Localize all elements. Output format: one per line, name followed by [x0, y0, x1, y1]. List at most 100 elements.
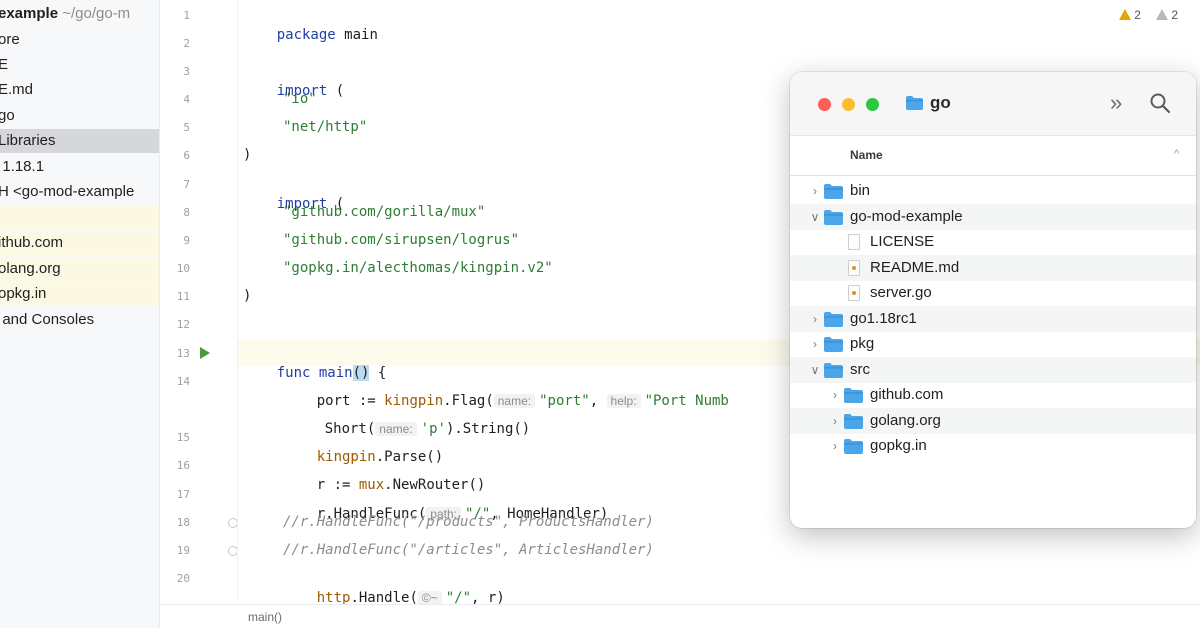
weak-warning-icon: [1156, 9, 1169, 20]
minimize-window-button[interactable]: [842, 98, 855, 111]
chevron-right-icon[interactable]: ›: [810, 306, 820, 332]
folder-icon: [824, 184, 843, 199]
tree-row-label: Libraries: [0, 132, 56, 149]
code-line-4: "io": [283, 91, 317, 107]
finder-row-golang-org[interactable]: › golang.org: [790, 407, 1196, 434]
finder-row-gopkg-in[interactable]: › gopkg.in: [790, 433, 1196, 459]
finder-row-server-go[interactable]: server.go: [790, 280, 1196, 306]
line-number: 13: [176, 347, 190, 360]
line-number: 15: [176, 431, 190, 444]
line-number: 17: [176, 488, 190, 501]
tree-row-path: ~/go/go-m: [58, 5, 131, 22]
code-line-6: ): [243, 147, 252, 163]
chevron-right-icon[interactable]: ›: [810, 178, 820, 204]
code-line-18: //r.HandleFunc("/products", ProductsHand…: [283, 514, 654, 530]
tree-row-readme[interactable]: E.md: [0, 78, 159, 102]
line-number: 19: [176, 544, 190, 557]
line-number: 1: [183, 9, 190, 22]
gutter-separator: [237, 0, 238, 600]
line-number: 5: [183, 121, 190, 134]
inspection-widget[interactable]: 2 2: [1119, 8, 1178, 22]
code-line-1: package main: [276, 27, 378, 43]
finder-row-label: github.com: [870, 386, 944, 403]
line-number: 14: [176, 375, 190, 388]
code-line-19: //r.HandleFunc("/articles", ArticlesHand…: [283, 542, 654, 558]
finder-row-src[interactable]: ∨ src: [790, 356, 1196, 383]
folder-icon: [824, 337, 843, 352]
code-line-9: "github.com/sirupsen/logrus": [283, 232, 520, 248]
finder-row-go-mod-example[interactable]: ∨ go-mod-example: [790, 203, 1196, 230]
finder-row-bin[interactable]: › bin: [790, 178, 1196, 204]
tree-row-external-libraries[interactable]: Libraries: [0, 129, 159, 153]
window-title: go: [930, 93, 951, 112]
tree-row-gopkg[interactable]: opkg.in: [0, 282, 159, 306]
folder-icon: [824, 362, 843, 378]
tree-row-label: olang.org: [0, 260, 61, 277]
finder-row-label: go-mod-example: [850, 207, 963, 225]
tree-row-gopath[interactable]: H <go-mod-example: [0, 180, 159, 204]
project-tree-panel: example ~/go/go-m ore E E.md go Librarie…: [0, 0, 160, 628]
line-number: 11: [176, 290, 190, 303]
finder-row-label: server.go: [870, 284, 932, 301]
tree-row-project-root[interactable]: example ~/go/go-m: [0, 2, 159, 26]
line-number: 12: [176, 318, 190, 331]
line-number: 9: [183, 234, 190, 247]
tree-row-label: H <go-mod-example: [0, 183, 135, 200]
code-line-11: ): [243, 288, 252, 304]
finder-toolbar: go »: [790, 72, 1196, 136]
finder-row-license[interactable]: LICENSE: [790, 229, 1196, 255]
tree-row-label: 1.18.1: [2, 158, 45, 175]
finder-row-label: src: [850, 360, 870, 378]
code-line-5: "net/http": [283, 119, 368, 135]
line-number: 16: [176, 459, 190, 472]
chevron-down-icon[interactable]: ∨: [810, 204, 820, 230]
zoom-window-button[interactable]: [866, 98, 879, 111]
param-hint: help:: [606, 394, 641, 408]
file-icon: [848, 285, 860, 301]
finder-row-label: README.md: [870, 258, 960, 276]
tree-row-server-go[interactable]: go: [0, 104, 159, 128]
search-icon[interactable]: [1149, 92, 1171, 114]
finder-row-label: pkg: [850, 335, 875, 352]
tree-row-label: ore: [0, 31, 20, 48]
chevron-right-icon[interactable]: ›: [830, 382, 840, 408]
chevron-right-icon[interactable]: ›: [810, 331, 820, 357]
chevron-right-icon[interactable]: ›: [830, 433, 840, 459]
finder-row-label: gopkg.in: [870, 437, 927, 454]
breadcrumb[interactable]: main(): [248, 610, 282, 624]
tree-row-license[interactable]: E: [0, 53, 159, 77]
chevrons-right-icon[interactable]: »: [1110, 90, 1122, 116]
column-header-label: Name: [850, 148, 883, 162]
run-gutter-icon[interactable]: [200, 347, 210, 359]
tree-row-scratches[interactable]: and Consoles: [0, 308, 159, 332]
weak-warning-count: 2: [1171, 8, 1178, 22]
line-number: 20: [176, 572, 190, 585]
tree-row-label: opkg.in: [0, 285, 47, 302]
line-number: 8: [183, 206, 190, 219]
finder-row-label: golang.org: [870, 411, 941, 429]
code-line-10: "gopkg.in/alecthomas/kingpin.v2": [283, 260, 553, 276]
tree-row-module-spacer: [0, 206, 159, 230]
folder-icon: [844, 439, 863, 454]
file-icon: [848, 234, 860, 250]
chevron-down-icon[interactable]: ∨: [810, 357, 820, 383]
breadcrumb-bar: main(): [160, 604, 1200, 628]
chevron-right-icon[interactable]: ›: [830, 408, 840, 434]
code-line-8: "github.com/gorilla/mux": [283, 204, 486, 220]
tree-row-label: E: [0, 53, 8, 77]
finder-row-pkg[interactable]: › pkg: [790, 331, 1196, 357]
sort-indicator-icon: ^: [1174, 148, 1180, 160]
finder-row-readme-md[interactable]: README.md: [790, 254, 1196, 281]
folder-icon: [844, 388, 863, 403]
close-window-button[interactable]: [818, 98, 831, 111]
finder-row-go1-18rc1[interactable]: › go1.18rc1: [790, 305, 1196, 332]
tree-row-go-sdk[interactable]: 1.18.1: [0, 155, 159, 179]
finder-window: go » Name ^ › bin ∨ go-mod-example LICENSE RE…: [790, 72, 1196, 528]
name-column-header[interactable]: Name ^: [790, 136, 1196, 176]
tree-row-github[interactable]: ithub.com: [0, 231, 159, 255]
tree-row-golang[interactable]: olang.org: [0, 257, 159, 281]
line-number: 2: [183, 37, 190, 50]
tree-row-gitignore[interactable]: ore: [0, 28, 159, 52]
line-number: 10: [176, 262, 190, 275]
finder-row-github-com[interactable]: › github.com: [790, 382, 1196, 408]
